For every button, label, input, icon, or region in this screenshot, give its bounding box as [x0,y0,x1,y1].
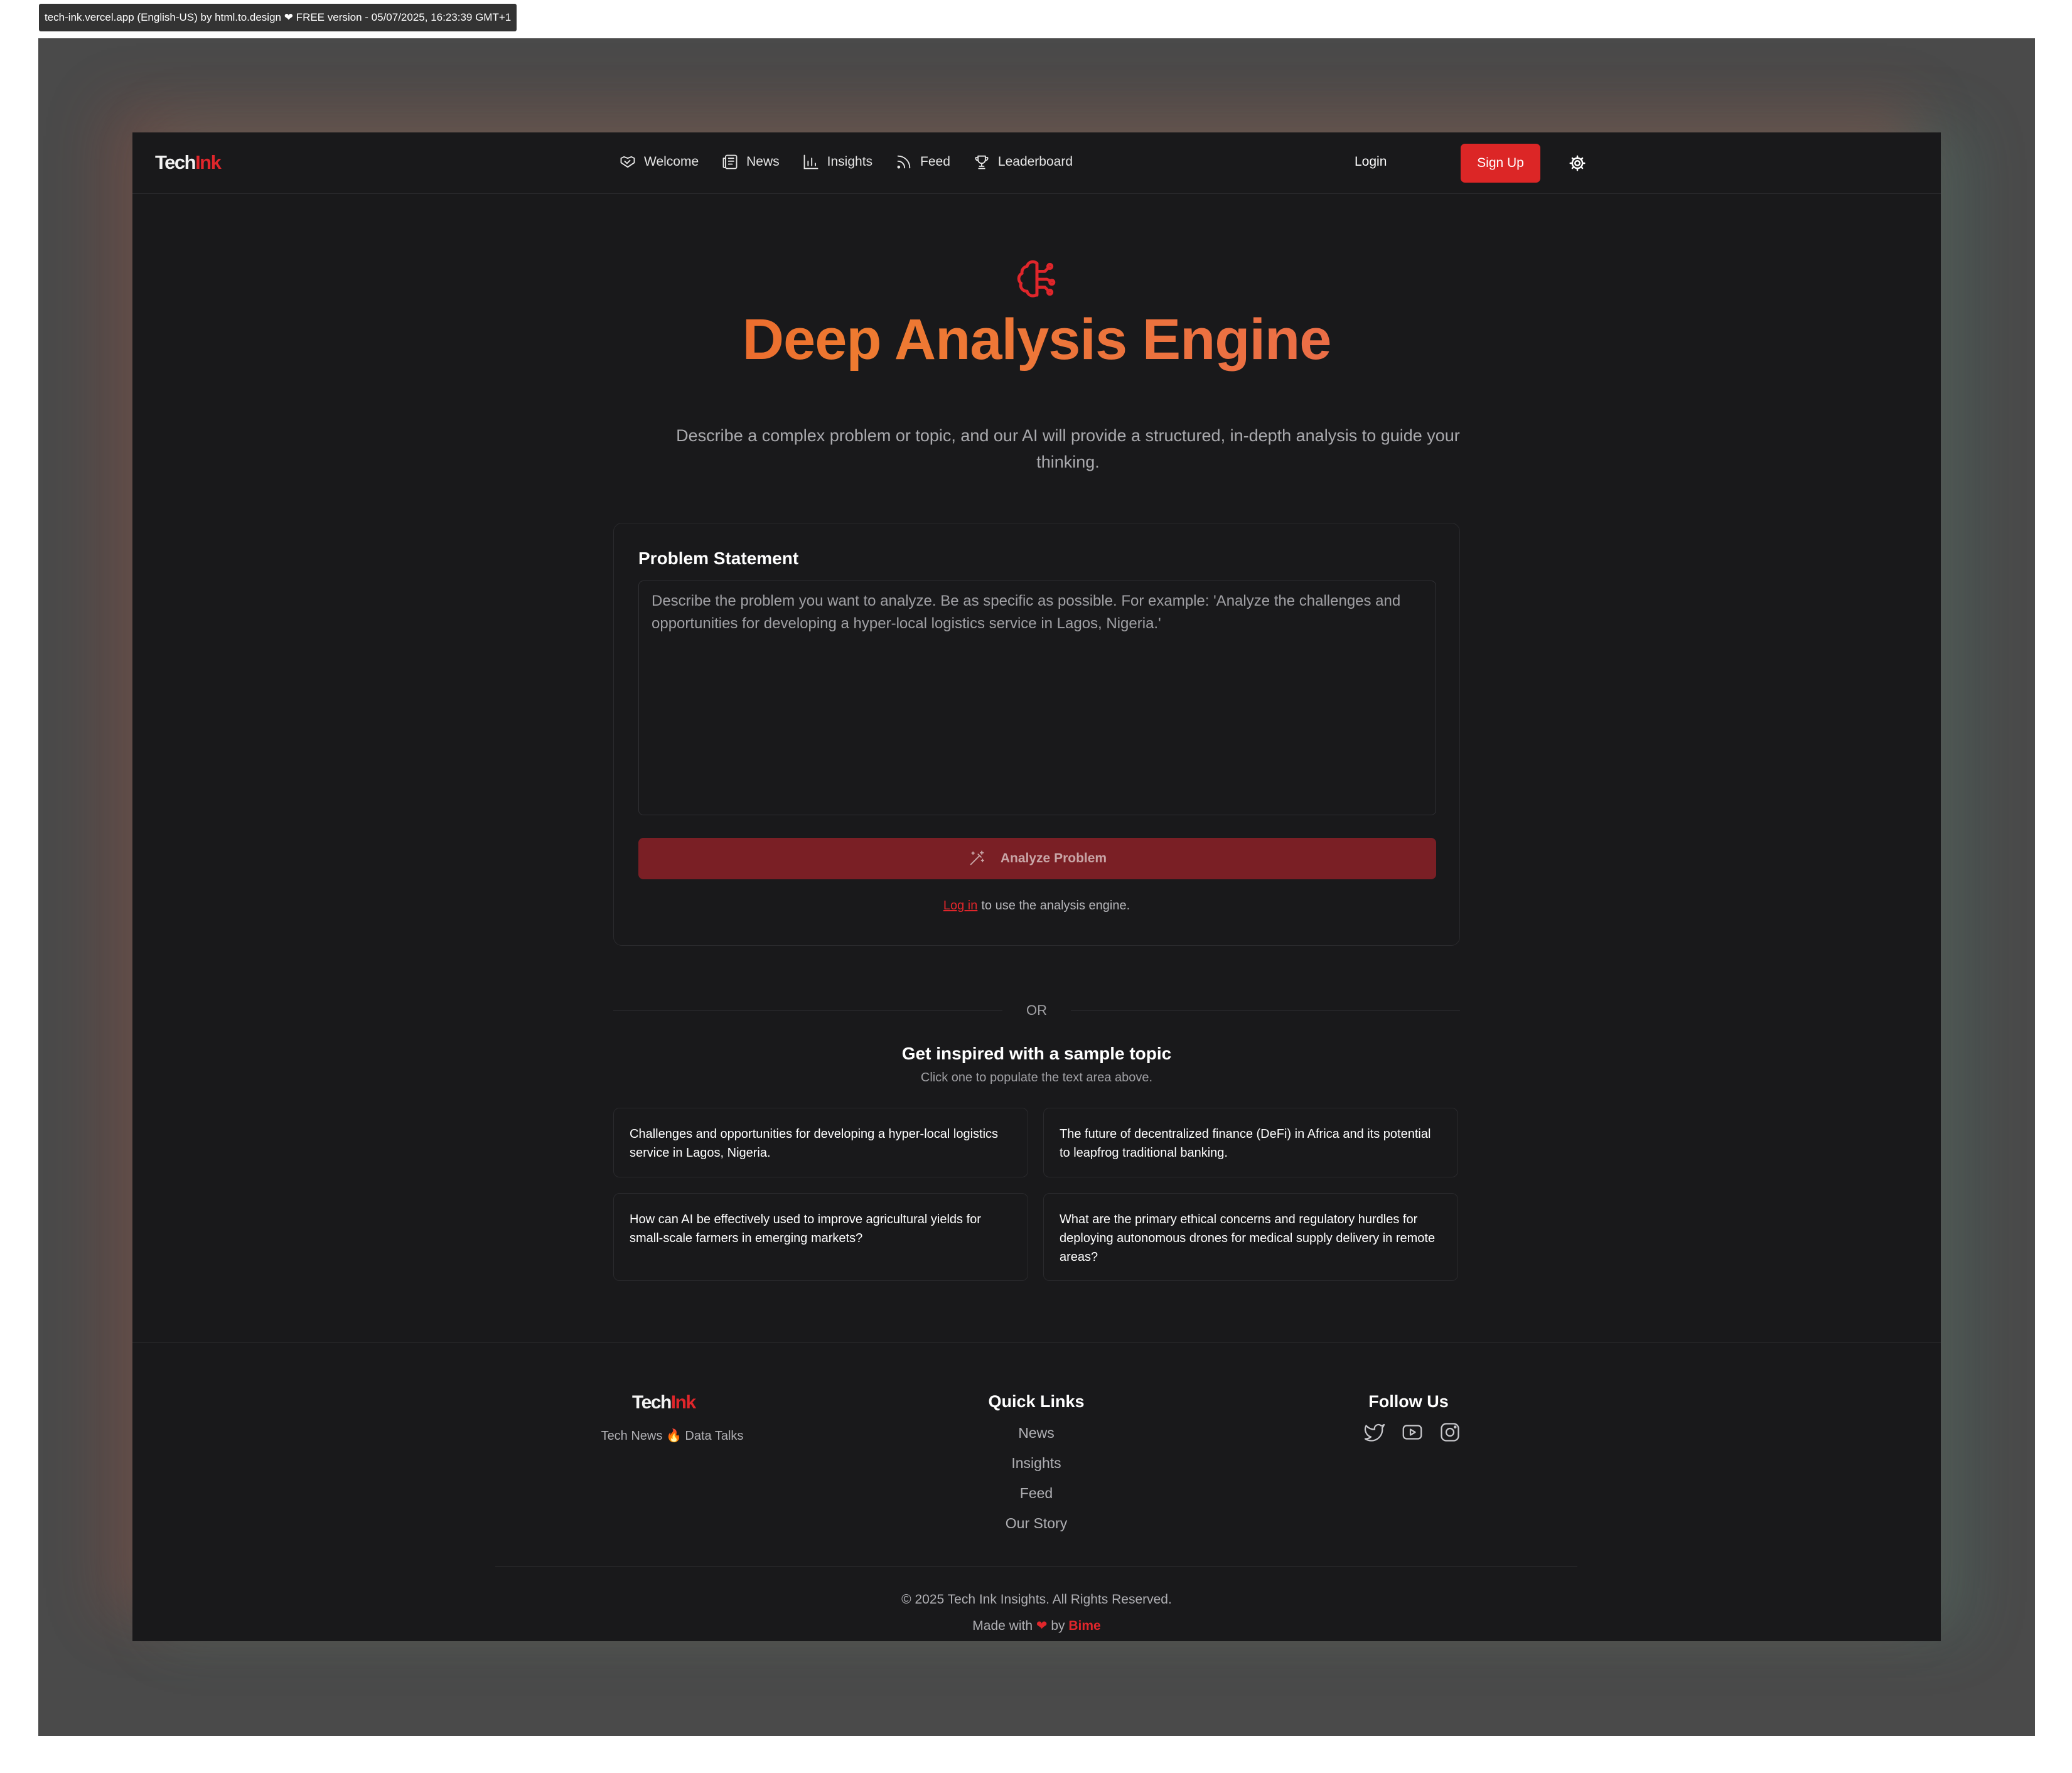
footer-link-news[interactable]: News [911,1425,1162,1442]
login-link[interactable]: Login [1355,154,1387,169]
page: TechInk Welcome News Insights Feed Leade… [132,132,1941,1641]
analysis-card: Problem Statement Analyze Problem Log in… [613,523,1460,946]
footer: TechInk Tech News 🔥 Data Talks Quick Lin… [132,1342,1941,1641]
sample-topic-card[interactable]: The future of decentralized finance (DeF… [1043,1108,1458,1177]
problem-statement-input[interactable] [638,581,1436,815]
footer-link-our-story[interactable]: Our Story [911,1515,1162,1532]
problem-statement-title: Problem Statement [638,549,799,568]
sample-topic-card[interactable]: What are the primary ethical concerns an… [1043,1193,1458,1281]
analyze-button-label: Analyze Problem [1000,851,1107,865]
nav-item-insights[interactable]: Insights [802,151,872,173]
login-note-text: to use the analysis engine. [981,899,1130,913]
by-text: by [1051,1619,1065,1633]
nav-item-welcome[interactable]: Welcome [619,151,699,173]
nav-item-leaderboard[interactable]: Leaderboard [973,151,1073,173]
social-links [1363,1421,1461,1444]
gear-icon[interactable] [1568,154,1587,173]
footer-tagline: Tech News 🔥 Data Talks [547,1428,798,1444]
footer-link-insights[interactable]: Insights [911,1455,1162,1472]
brain-icon [1017,260,1056,297]
header: TechInk Welcome News Insights Feed Leade… [132,132,1941,194]
made-with-text: Made with [972,1619,1033,1633]
copyright: © 2025 Tech Ink Insights. All Rights Res… [901,1592,1172,1607]
footer-link-feed[interactable]: Feed [911,1485,1162,1502]
login-note: Log in to use the analysis engine. [614,899,1459,913]
logo-text-tech: Tech [632,1392,672,1413]
main-nav: Welcome News Insights Feed Leaderboard [619,151,1073,173]
magic-wand-icon [970,850,984,865]
instagram-icon[interactable] [1439,1421,1461,1444]
or-divider: OR [613,1000,1460,1021]
author-link[interactable]: Bime [1068,1619,1100,1633]
samples-title: Get inspired with a sample topic [901,1044,1172,1063]
page-description: Describe a complex problem or topic, and… [676,426,1460,471]
nav-label: News [746,154,780,169]
nav-label: Welcome [644,154,699,169]
bar-chart-icon [803,154,819,169]
nav-label: Feed [920,154,950,169]
fire-icon: 🔥 [665,1429,682,1443]
browser-frame: TechInk Welcome News Insights Feed Leade… [38,38,2035,1736]
capture-label: tech-ink.vercel.app (English-US) by html… [39,4,517,31]
heart-icon: ❤ [1036,1619,1048,1633]
nav-item-news[interactable]: News [721,151,780,173]
login-note-link[interactable]: Log in [943,899,978,913]
footer-logo[interactable]: TechInk [632,1392,696,1413]
site-logo[interactable]: TechInk [155,151,222,174]
tagline-left: Tech News [601,1429,663,1443]
made-with: Made with ❤ by Bime [132,1618,1941,1634]
quick-links-title: Quick Links [988,1392,1085,1411]
logo-text-tech: Tech [155,151,196,173]
signup-button[interactable]: Sign Up [1461,144,1540,183]
analyze-problem-button[interactable]: Analyze Problem [638,838,1436,879]
sample-topic-card[interactable]: How can AI be effectively used to improv… [613,1193,1028,1281]
sample-topic-card[interactable]: Challenges and opportunities for develop… [613,1108,1028,1177]
follow-us-title: Follow Us [1368,1392,1449,1411]
newspaper-icon [722,154,738,169]
rss-icon [897,155,911,169]
nav-label: Insights [827,154,873,169]
tagline-right: Data Talks [685,1429,744,1443]
twitter-icon[interactable] [1363,1421,1386,1444]
footer-divider [495,1566,1577,1567]
divider-label: OR [1026,1002,1047,1018]
nav-item-feed[interactable]: Feed [895,151,950,173]
logo-text-ink: Ink [195,151,222,173]
youtube-icon[interactable] [1401,1421,1424,1444]
trophy-icon [975,155,989,169]
nav-label: Leaderboard [997,154,1073,169]
samples-subtitle: Click one to populate the text area abov… [920,1071,1153,1085]
handshake-icon [620,156,635,168]
page-title: Deep Analysis Engine [132,307,1941,373]
logo-text-ink: Ink [670,1392,696,1413]
